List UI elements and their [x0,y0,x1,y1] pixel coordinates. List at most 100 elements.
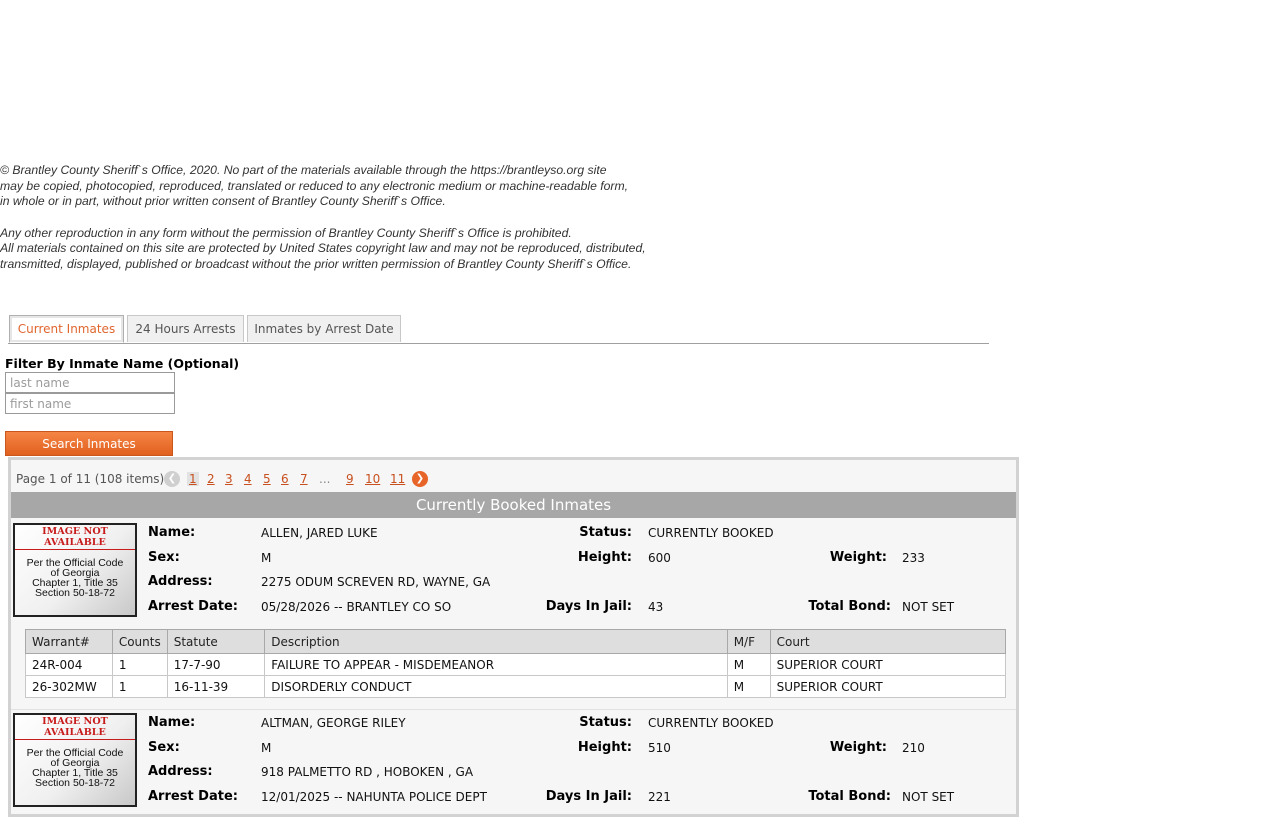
inmate-weight: 210 [902,741,925,755]
filter-title: Filter By Inmate Name (Optional) [5,356,240,371]
page-link[interactable]: 7 [300,472,308,486]
photo-unavailable-placeholder: IMAGE NOT AVAILABLE Per the Official Cod… [13,713,137,807]
photo-unavailable-title: IMAGE NOT AVAILABLE [42,526,108,548]
statute-cell: 16-11-39 [166,675,266,698]
photo-unavailable-placeholder: IMAGE NOT AVAILABLE Per the Official Cod… [13,523,137,617]
table-row: 24R-004 1 17-7-90 FAILURE TO APPEAR - MI… [25,653,1007,676]
chevron-right-icon[interactable]: ❯ [412,471,428,487]
first-name-input[interactable] [5,393,175,414]
last-name-input[interactable] [5,372,175,393]
photo-legal-note: Per the Official Code of Georgia Chapter… [15,748,135,789]
weight-label: Weight: [829,740,887,755]
inmate-days-in-jail: 221 [648,790,671,804]
column-header-counts: Counts [111,629,168,654]
inmate-days-in-jail: 43 [648,600,664,614]
page-ellipsis[interactable]: ... [319,472,330,486]
photo-unavailable-title: IMAGE NOT AVAILABLE [42,716,108,738]
sex-label: Sex: [148,740,180,755]
inmate-status: CURRENTLY BOOKED [648,716,774,730]
copyright-notice: © Brantley County Sheriff`s Office, 2020… [0,163,720,273]
column-header-description: Description [264,629,728,654]
charges-table: Warrant# Counts Statute Description M/F … [25,629,1007,698]
divider [15,549,135,550]
inmate-status: CURRENTLY BOOKED [648,526,774,540]
court-cell: SUPERIOR COURT [769,653,1007,676]
charges-header-row: Warrant# Counts Statute Description M/F … [25,629,1007,654]
arrest-date-label: Arrest Date: [148,789,238,804]
copyright-paragraph-1: © Brantley County Sheriff`s Office, 2020… [0,163,720,210]
photo-legal-line: Section 50-18-72 [35,777,115,789]
court-cell: SUPERIOR COURT [769,675,1007,698]
photo-legal-line: Section 50-18-72 [35,587,115,599]
page-link[interactable]: 2 [207,472,215,486]
copyright-line: Any other reproduction in any form witho… [0,225,572,240]
inmate-address: 918 PALMETTO RD , HOBOKEN , GA [261,765,474,779]
name-label: Name: [148,525,196,540]
inmate-arrest-date: 05/28/2026 -- BRANTLEY CO SO [261,600,452,614]
inmate-sex: M [261,551,272,565]
inmate-height: 510 [648,741,671,755]
sex-label: Sex: [148,550,180,565]
copyright-line: All materials contained on this site are… [0,241,646,256]
warrant-cell: 26-302MW [25,675,113,698]
page-link[interactable]: 4 [244,472,252,486]
table-row: 26-302MW 1 16-11-39 DISORDERLY CONDUCT M… [25,675,1007,698]
copyright-line: may be copied, photocopied, reproduced, … [0,178,629,193]
copyright-paragraph-2: Any other reproduction in any form witho… [0,226,720,273]
address-label: Address: [148,764,213,779]
counts-cell: 1 [111,675,168,698]
page-link[interactable]: 11 [390,472,405,486]
status-label: Status: [579,715,632,730]
tab-current-inmates[interactable]: Current Inmates [9,315,124,343]
column-header-court: Court [769,629,1007,654]
copyright-line: transmitted, displayed, published or bro… [0,257,632,272]
search-inmates-button[interactable]: Search Inmates [5,431,173,456]
page-link[interactable]: 10 [365,472,380,486]
status-label: Status: [579,525,632,540]
tab-inmates-by-arrest-date[interactable]: Inmates by Arrest Date [247,315,401,342]
page-link[interactable]: 9 [346,472,354,486]
inmate-grid: Page 1 of 11 (108 items) ❮ 1 2 3 4 5 6 7… [8,457,1019,817]
arrest-date-label: Arrest Date: [148,599,238,614]
total-bond-label: Total Bond: [808,599,891,614]
copyright-line: © Brantley County Sheriff`s Office, 2020… [0,163,607,177]
weight-label: Weight: [829,550,887,565]
page-link[interactable]: 5 [263,472,271,486]
column-header-warrant: Warrant# [25,629,113,654]
inmate-total-bond: NOT SET [902,790,955,804]
height-label: Height: [577,550,632,565]
page-link[interactable]: 6 [281,472,289,486]
page-link[interactable]: 1 [187,472,199,486]
photo-legal-note: Per the Official Code of Georgia Chapter… [15,558,135,599]
tab-24-hours-arrests[interactable]: 24 Hours Arrests [127,315,244,342]
inmate-weight: 233 [902,551,925,565]
description-cell: FAILURE TO APPEAR - MISDEMEANOR [264,653,728,676]
address-label: Address: [148,574,213,589]
warrant-cell: 24R-004 [25,653,113,676]
inmate-sex: M [261,741,272,755]
column-header-mf: M/F [726,629,771,654]
description-cell: DISORDERLY CONDUCT [264,675,728,698]
inmate-arrest-date: 12/01/2025 -- NAHUNTA POLICE DEPT [261,790,487,804]
mf-cell: M [726,653,771,676]
divider [15,739,135,740]
grid-title: Currently Booked Inmates [11,492,1016,518]
counts-cell: 1 [111,653,168,676]
days-in-jail-label: Days In Jail: [545,599,632,614]
inmate-address: 2275 ODUM SCREVEN RD, WAYNE, GA [261,575,491,589]
inmate-name: ALLEN, JARED LUKE [261,526,378,540]
name-label: Name: [148,715,196,730]
pager-info: Page 1 of 11 (108 items) [16,472,165,486]
chevron-left-icon[interactable]: ❮ [164,471,180,487]
inmate-height: 600 [648,551,671,565]
page-link[interactable]: 3 [225,472,233,486]
inmate-name: ALTMAN, GEORGE RILEY [261,716,406,730]
inmate-tabs: Current Inmates 24 Hours Arrests Inmates… [8,315,989,344]
copyright-line: in whole or in part, without prior writt… [0,194,446,209]
column-header-statute: Statute [166,629,266,654]
total-bond-label: Total Bond: [808,789,891,804]
inmate-total-bond: NOT SET [902,600,955,614]
days-in-jail-label: Days In Jail: [545,789,632,804]
height-label: Height: [577,740,632,755]
statute-cell: 17-7-90 [166,653,266,676]
